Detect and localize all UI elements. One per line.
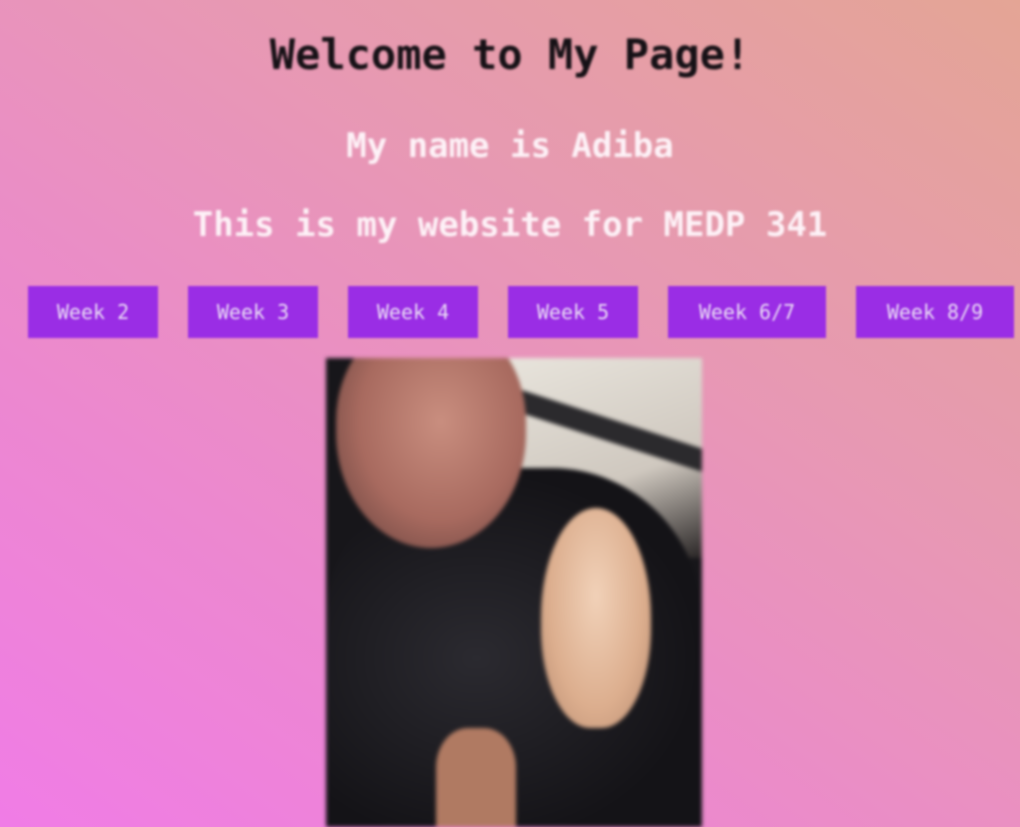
week-6-7-button[interactable]: Week 6/7 — [668, 286, 826, 338]
name-heading: My name is Adiba — [346, 126, 674, 166]
week-nav: Week 2 Week 3 Week 4 Week 5 Week 6/7 Wee… — [0, 286, 1020, 338]
photo-cat — [541, 508, 651, 728]
week-2-button[interactable]: Week 2 — [28, 286, 158, 338]
photo-hand — [436, 728, 516, 827]
week-5-button[interactable]: Week 5 — [508, 286, 638, 338]
profile-photo — [326, 358, 702, 827]
week-3-button[interactable]: Week 3 — [188, 286, 318, 338]
week-4-button[interactable]: Week 4 — [348, 286, 478, 338]
description-heading: This is my website for MEDP 341 — [192, 205, 828, 245]
week-8-9-button[interactable]: Week 8/9 — [856, 286, 1014, 338]
page-title: Welcome to My Page! — [269, 30, 751, 79]
